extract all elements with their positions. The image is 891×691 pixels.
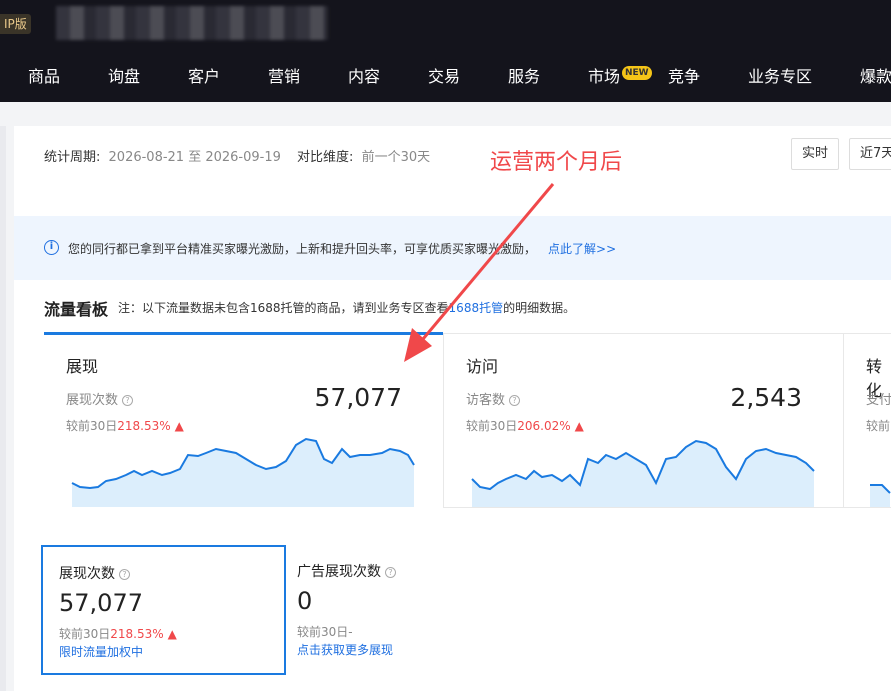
- metric-compare-prefix: 较前30日: [297, 625, 349, 639]
- notice-link[interactable]: 点此了解>>: [548, 242, 616, 256]
- card-title: 展现: [66, 357, 99, 376]
- flow-board-title: 流量看板: [44, 300, 109, 319]
- flow-note-prefix: 注：以下流量数据未包含1688托管的商品，请到业务专区查看: [118, 301, 449, 315]
- period-range[interactable]: 2026-08-21 至 2026-09-19: [109, 150, 281, 165]
- nav-item-hot[interactable]: 爆款: [860, 60, 891, 94]
- card-exposure[interactable]: 展现 展现次数? 57,077 较前30日218.53% ▲: [44, 335, 424, 507]
- card-compare: 较前: [866, 419, 891, 433]
- card-value: 2,543: [730, 383, 802, 412]
- help-icon[interactable]: ?: [385, 567, 396, 578]
- metric-value: 57,077: [59, 589, 143, 617]
- card-metric: 访客数?: [466, 389, 521, 408]
- nav-item-marketing[interactable]: 营销: [268, 60, 300, 94]
- sparkline-area: [472, 441, 814, 507]
- period-row: 统计周期: 2026-08-21 至 2026-09-19 对比维度: 前一个3…: [44, 146, 434, 165]
- metric-compare-value: -: [348, 625, 353, 639]
- nav-item-business-zone[interactable]: 业务专区: [748, 60, 812, 94]
- nav-item-customers[interactable]: 客户: [188, 60, 220, 94]
- nav-item-trade[interactable]: 交易: [428, 60, 460, 94]
- metric-value: 0: [297, 587, 313, 615]
- card-metric: 展现次数?: [66, 389, 134, 408]
- metric-box-ad-exposure[interactable]: 广告展现次数? 0 较前30日- 点击获取更多展现: [281, 545, 526, 675]
- nav-item-inquiry[interactable]: 询盘: [108, 60, 140, 94]
- arrow-up-icon: ▲: [174, 419, 184, 433]
- metric-compare: 较前30日-: [297, 623, 353, 640]
- get-more-exposure-link[interactable]: 点击获取更多展现: [297, 641, 393, 658]
- sparkline-visits: [471, 439, 815, 507]
- flow-board-note: 注：以下流量数据未包含1688托管的商品，请到业务专区查看1688托管的明细数据…: [118, 299, 575, 316]
- realtime-button[interactable]: 实时: [791, 138, 839, 170]
- help-icon[interactable]: ?: [509, 395, 521, 406]
- card-visits[interactable]: 访问 访客数? 2,543 较前30日206.02% ▲: [444, 335, 824, 507]
- help-icon[interactable]: ?: [122, 395, 134, 406]
- arrow-up-icon: ▲: [167, 627, 177, 641]
- top-navigation-bar: IP版 商品 询盘 客户 营销 内容 交易 服务 市场 NEW 竞争 业务专区 …: [0, 0, 891, 102]
- sparkline-conversion: [870, 484, 891, 507]
- card-compare-prefix: 较前30日: [66, 419, 118, 433]
- metric-compare-prefix: 较前30日: [59, 627, 111, 641]
- metric-title: 展现次数?: [59, 563, 130, 583]
- hosted-link[interactable]: 1688托管: [449, 301, 504, 315]
- compare-value[interactable]: 前一个30天: [362, 150, 431, 165]
- card-compare-value: 206.02%: [517, 419, 571, 433]
- metric-compare-value: 218.53%: [110, 627, 164, 641]
- metric-title-label: 广告展现次数: [297, 564, 381, 580]
- sparkline-area: [870, 485, 890, 507]
- card-metric: 支付: [866, 393, 891, 408]
- card-compare: 较前30日218.53% ▲: [66, 417, 184, 434]
- period-label: 统计周期:: [44, 150, 101, 165]
- annotation-text: 运营两个月后: [490, 150, 623, 175]
- card-title: 访问: [466, 357, 499, 376]
- card-compare: 较前30日206.02% ▲: [466, 417, 584, 434]
- left-sidebar-edge: [0, 126, 6, 691]
- card-metric-label: 访客数: [466, 393, 506, 408]
- metric-title-label: 展现次数: [59, 566, 115, 582]
- card-metric-label: 展现次数: [66, 393, 119, 408]
- main-nav: 商品 询盘 客户 营销 内容 交易 服务 市场 NEW 竞争 业务专区 爆款: [0, 60, 891, 94]
- compare-label: 对比维度:: [297, 150, 354, 165]
- nav-item-competition[interactable]: 竞争: [668, 60, 700, 94]
- last-7-days-button[interactable]: 近7天: [849, 138, 891, 170]
- notice-text: 您的同行都已拿到平台精准买家曝光激励，上新和提升回头率，可享优质买家曝光激励， 点…: [68, 240, 616, 257]
- traffic-boost-link[interactable]: 限时流量加权中: [59, 643, 143, 660]
- blurred-shop-name: [56, 6, 328, 40]
- vip-badge: IP版: [0, 14, 31, 34]
- card-conversion[interactable]: 转化 支付 较前: [844, 335, 891, 507]
- arrow-up-icon: ▲: [574, 419, 584, 433]
- nav-item-content[interactable]: 内容: [348, 60, 380, 94]
- notice-message: 您的同行都已拿到平台精准买家曝光激励，上新和提升回头率，可享优质买家曝光激励，: [68, 242, 537, 256]
- metric-title: 广告展现次数?: [297, 561, 396, 581]
- nav-item-service[interactable]: 服务: [508, 60, 540, 94]
- sparkline-area: [72, 439, 414, 507]
- nav-item-products[interactable]: 商品: [28, 60, 60, 94]
- notice-banner: i 您的同行都已拿到平台精准买家曝光激励，上新和提升回头率，可享优质买家曝光激励…: [14, 216, 891, 280]
- metric-box-exposure[interactable]: 展现次数? 57,077 较前30日218.53% ▲ 限时流量加权中: [41, 545, 286, 675]
- metric-compare: 较前30日218.53% ▲: [59, 625, 177, 642]
- nav-item-market[interactable]: 市场: [588, 60, 620, 94]
- card-compare-prefix: 较前30日: [466, 419, 518, 433]
- help-icon[interactable]: ?: [119, 569, 130, 580]
- new-badge: NEW: [622, 66, 652, 80]
- flow-note-suffix: 的明细数据。: [503, 301, 576, 315]
- main-panel: 统计周期: 2026-08-21 至 2026-09-19 对比维度: 前一个3…: [14, 126, 891, 691]
- sparkline-exposure: [71, 437, 415, 507]
- info-icon: i: [44, 240, 59, 255]
- card-compare-value: 218.53%: [117, 419, 171, 433]
- card-value: 57,077: [314, 383, 402, 412]
